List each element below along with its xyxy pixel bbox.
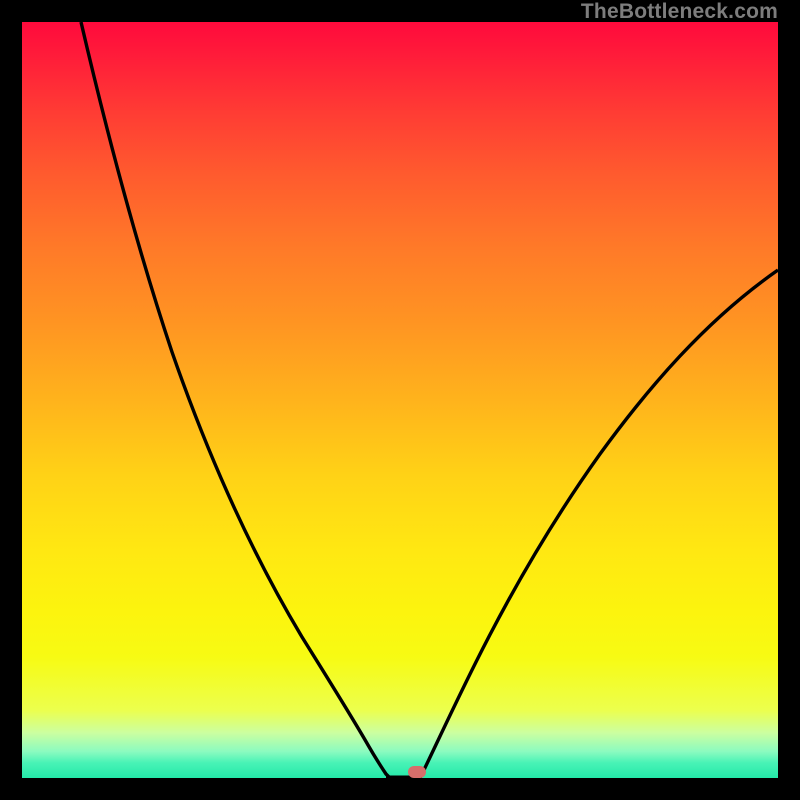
curve-left (81, 22, 390, 778)
plot-area (22, 22, 778, 778)
chart-frame: TheBottleneck.com (0, 0, 800, 800)
curve-right (420, 270, 778, 778)
bottleneck-marker (408, 766, 426, 778)
bottleneck-curve (22, 22, 778, 778)
watermark-label: TheBottleneck.com (581, 0, 778, 24)
